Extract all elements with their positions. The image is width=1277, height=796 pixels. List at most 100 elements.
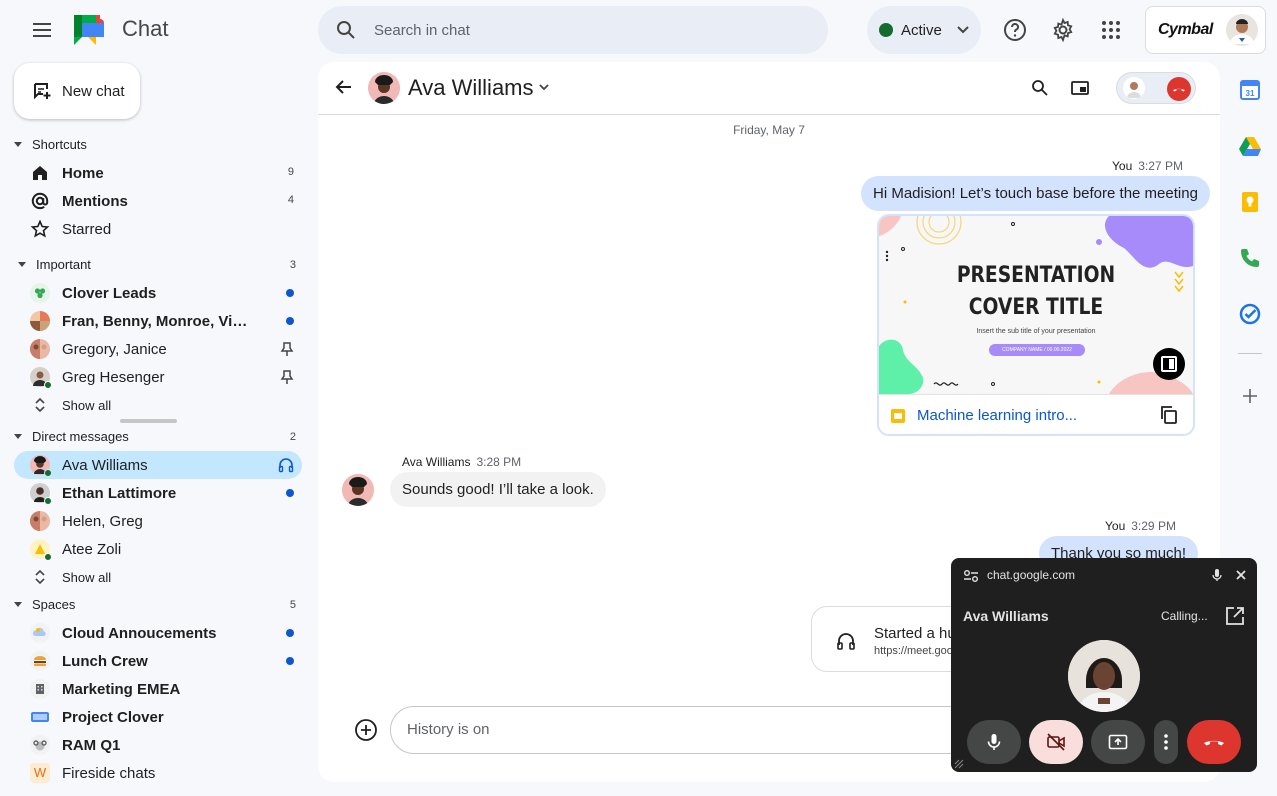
sidebar-item-ethan-lattimore[interactable]: Ethan Lattimore: [14, 479, 302, 507]
section-count: 5: [289, 598, 296, 611]
sidebar-item-label: Ethan Lattimore: [62, 485, 177, 502]
keep-icon[interactable]: [1238, 190, 1262, 214]
section-shortcuts[interactable]: Shortcuts: [14, 137, 296, 152]
calendar-icon[interactable]: 31: [1238, 78, 1262, 102]
user-avatar[interactable]: [1226, 14, 1258, 46]
apps-grid-icon[interactable]: [1099, 18, 1123, 42]
camera-off-button[interactable]: [1029, 720, 1083, 764]
call-window[interactable]: chat.google.com Ava Williams Calling...: [951, 558, 1257, 772]
voice-icon[interactable]: [1238, 246, 1262, 270]
section-count: 3: [289, 258, 296, 271]
section-spaces[interactable]: Spaces 5: [14, 597, 296, 612]
ram-icon: [30, 735, 50, 755]
callee-avatar: [1068, 640, 1140, 712]
sidebar-item-mentions[interactable]: Mentions 4: [14, 187, 302, 215]
gear-icon[interactable]: [1051, 18, 1075, 42]
open-in-window-icon[interactable]: [1070, 78, 1090, 98]
search-in-chat-icon[interactable]: [1030, 78, 1050, 98]
sidebar-item-label: Gregory, Janice: [62, 341, 167, 358]
sidebar-item-ram-q1[interactable]: RAM Q1: [14, 731, 302, 759]
contact-avatar[interactable]: [368, 72, 400, 104]
sidebar-item-helen-greg[interactable]: Helen, Greg: [14, 507, 302, 535]
sender-avatar[interactable]: [342, 474, 374, 506]
close-icon[interactable]: [1234, 568, 1248, 582]
online-indicator: [44, 381, 52, 389]
sidebar-item-cloud-annoucements[interactable]: Cloud Annoucements: [14, 619, 302, 647]
add-app-icon[interactable]: [1238, 384, 1262, 408]
call-contact-name: Ava Williams: [963, 608, 1049, 624]
sidebar-item-group-chat[interactable]: Fran, Benny, Monroe, Vin...: [14, 307, 302, 335]
clover-icon: [30, 283, 50, 303]
resize-handle-icon[interactable]: [953, 758, 965, 770]
search-bar[interactable]: [318, 6, 828, 54]
sidebar-item-fireside-chats[interactable]: W Fireside chats: [14, 759, 302, 787]
more-options-button[interactable]: [1154, 720, 1178, 764]
avatar: [30, 483, 52, 505]
sidebar-item-gregory-janice[interactable]: Gregory, Janice: [14, 335, 302, 363]
present-screen-button[interactable]: [1091, 720, 1145, 764]
scrollbar[interactable]: [120, 419, 177, 423]
section-title: Spaces: [32, 597, 76, 612]
pin-icon[interactable]: [280, 369, 294, 385]
status-indicator: [879, 23, 893, 37]
message-meta: Ava Williams 3:28 PM: [402, 455, 521, 469]
mute-button[interactable]: [967, 720, 1021, 764]
expand-icon: [35, 397, 45, 413]
space-initial-icon: W: [30, 763, 50, 783]
sidebar-item-marketing-emea[interactable]: Marketing EMEA: [14, 675, 302, 703]
slide-preview[interactable]: PRESENTATION COVER TITLE Insert the sub t…: [879, 216, 1193, 394]
svg-text:31: 31: [1246, 89, 1255, 98]
microphone-icon: [987, 734, 1001, 750]
sidebar-item-greg-hesenger[interactable]: Greg Hesenger: [14, 363, 302, 391]
message-time: 3:27 PM: [1138, 159, 1183, 173]
sender-name: Ava Williams: [402, 455, 471, 469]
account-switcher[interactable]: Cymbal: [1145, 6, 1266, 54]
attachment-card[interactable]: PRESENTATION COVER TITLE Insert the sub t…: [877, 214, 1195, 436]
attachment-name[interactable]: Machine learning intro...: [917, 407, 1077, 424]
hang-up-button[interactable]: [1187, 720, 1241, 764]
tasks-icon[interactable]: [1238, 302, 1262, 326]
back-arrow-icon[interactable]: [334, 77, 354, 97]
site-settings-icon[interactable]: [963, 569, 979, 583]
search-input[interactable]: [374, 18, 794, 42]
at-sign-icon: [31, 192, 49, 210]
ongoing-call-pill[interactable]: [1116, 72, 1196, 104]
section-direct-messages[interactable]: Direct messages 2: [14, 429, 296, 444]
sidebar-item-atee-zoli[interactable]: Atee Zoli: [14, 535, 302, 563]
message-bubble-outgoing[interactable]: Hi Madision! Let’s touch base before the…: [861, 176, 1210, 211]
group-avatar-icon: [30, 339, 50, 359]
sidebar-item-clover-leads[interactable]: Clover Leads: [14, 279, 302, 307]
new-chat-icon: [34, 83, 51, 100]
new-chat-button[interactable]: New chat: [14, 63, 140, 119]
hang-up-icon: [1173, 88, 1185, 92]
main-menu-icon[interactable]: [28, 17, 56, 43]
show-all-important[interactable]: Show all: [14, 391, 302, 419]
add-attachment-icon[interactable]: [354, 718, 378, 742]
search-icon[interactable]: [334, 18, 358, 42]
status-label: Active: [901, 21, 942, 39]
popout-icon[interactable]: [1225, 606, 1245, 626]
pin-icon[interactable]: [280, 341, 294, 357]
section-important[interactable]: Important 3: [14, 257, 296, 272]
sidebar-item-label: Greg Hesenger: [62, 369, 165, 386]
message-input[interactable]: [407, 721, 907, 738]
present-icon[interactable]: [1153, 348, 1185, 380]
sidebar-item-label: Marketing EMEA: [62, 681, 181, 698]
status-dropdown[interactable]: Active: [867, 6, 981, 54]
copy-icon[interactable]: [1159, 405, 1179, 425]
sidebar-item-lunch-crew[interactable]: Lunch Crew: [14, 647, 302, 675]
sidebar-item-project-clover[interactable]: Project Clover: [14, 703, 302, 731]
end-call-button[interactable]: [1167, 77, 1191, 101]
collapse-caret-icon: [14, 434, 22, 439]
show-all-direct-messages[interactable]: Show all: [14, 563, 302, 591]
sidebar-item-home[interactable]: Home 9: [14, 159, 302, 187]
cloud-space-icon: [30, 623, 50, 643]
drive-icon[interactable]: [1238, 134, 1262, 158]
contact-name[interactable]: Ava Williams: [408, 75, 534, 101]
sidebar-item-starred[interactable]: Starred: [14, 215, 302, 243]
sidebar-item-ava-williams[interactable]: Ava Williams: [14, 451, 302, 479]
message-bubble-incoming[interactable]: Sounds good! I’ll take a look.: [390, 472, 606, 507]
help-icon[interactable]: [1003, 18, 1027, 42]
chevron-down-icon[interactable]: [538, 81, 550, 93]
star-icon: [30, 219, 50, 238]
